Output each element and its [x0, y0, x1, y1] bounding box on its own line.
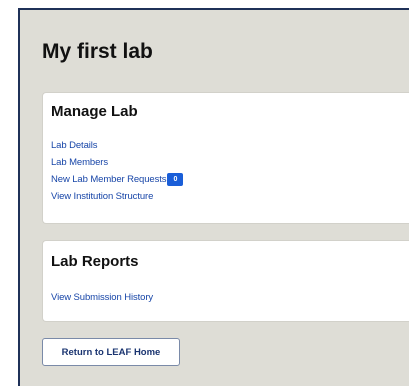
- page-title: My first lab: [42, 40, 153, 63]
- lab-reports-links: View Submission History: [51, 289, 153, 306]
- lab-page-frame: My first lab Manage Lab Lab Details Lab …: [18, 8, 409, 386]
- manage-lab-panel: Manage Lab Lab Details Lab Members New L…: [42, 92, 409, 224]
- manage-lab-link-row: View Institution Structure: [51, 188, 183, 205]
- manage-lab-heading: Manage Lab: [51, 103, 138, 120]
- manage-lab-link-row: New Lab Member Requests 0: [51, 171, 184, 188]
- lab-reports-panel: Lab Reports View Submission History: [42, 240, 409, 322]
- view-submission-history-link[interactable]: View Submission History: [51, 292, 153, 303]
- lab-reports-link-row: View Submission History: [51, 289, 153, 306]
- manage-lab-link-row: Lab Details: [51, 137, 183, 154]
- lab-reports-heading: Lab Reports: [51, 253, 139, 270]
- return-to-leaf-home-button[interactable]: Return to LEAF Home: [42, 338, 180, 366]
- request-count-badge: 0: [167, 173, 184, 186]
- lab-members-link[interactable]: Lab Members: [51, 157, 108, 168]
- manage-lab-link-row: Lab Members: [51, 154, 183, 171]
- manage-lab-links: Lab Details Lab Members New Lab Member R…: [51, 137, 184, 205]
- view-institution-structure-link[interactable]: View Institution Structure: [51, 191, 153, 202]
- lab-details-link[interactable]: Lab Details: [51, 140, 98, 151]
- new-lab-member-requests-link[interactable]: New Lab Member Requests: [51, 174, 167, 185]
